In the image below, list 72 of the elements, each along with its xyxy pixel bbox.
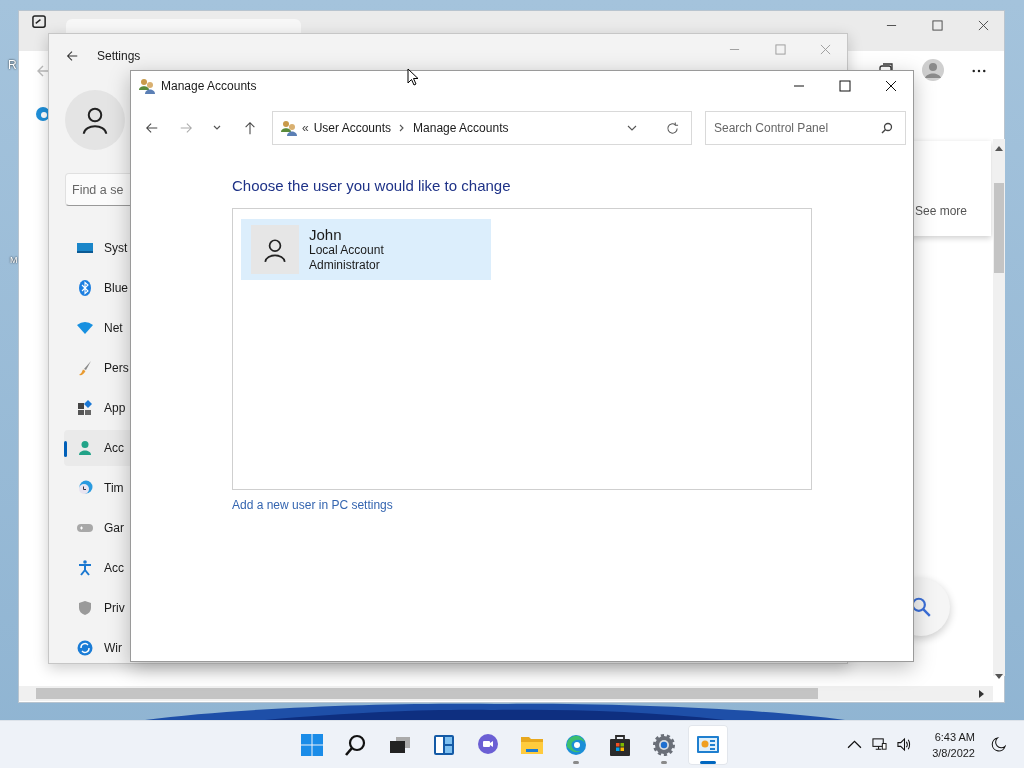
volume-icon[interactable]: [897, 737, 913, 752]
user-avatar: [251, 225, 299, 274]
nav-item[interactable]: App: [64, 390, 130, 426]
accessibility-icon: [77, 560, 93, 576]
overflow-indicator[interactable]: «: [302, 121, 309, 135]
windows-logo-icon: [300, 732, 324, 757]
breadcrumb-item[interactable]: User Accounts: [313, 121, 392, 135]
back-arrow-icon[interactable]: [65, 49, 79, 63]
chevron-down-icon[interactable]: [213, 125, 221, 131]
see-more-link[interactable]: See more: [915, 204, 968, 218]
search-icon: [881, 122, 893, 134]
breadcrumb-item[interactable]: Manage Accounts: [413, 121, 509, 135]
close-icon[interactable]: [885, 80, 897, 92]
chevron-down-icon[interactable]: [627, 125, 637, 131]
nav-item[interactable]: Acc: [64, 430, 130, 466]
search-icon: [344, 732, 368, 757]
widgets-icon: [432, 732, 456, 757]
time-icon: [77, 480, 93, 496]
account-role: Administrator: [309, 258, 381, 273]
nav-item[interactable]: Priv: [64, 590, 130, 626]
nav-item[interactable]: Wir: [64, 630, 130, 666]
update-icon: [77, 640, 93, 656]
gear-icon: [652, 732, 676, 757]
maximize-icon[interactable]: [839, 80, 851, 92]
scroll-right-icon[interactable]: [979, 690, 985, 698]
profile-avatar-icon[interactable]: [922, 59, 944, 81]
nav-item[interactable]: Blue: [64, 270, 130, 306]
nav-item[interactable]: Net: [64, 310, 130, 346]
address-bar[interactable]: « User Accounts Manage Accounts: [272, 111, 692, 145]
bluetooth-icon: [77, 280, 93, 296]
window-title: Manage Accounts: [161, 79, 257, 93]
apps-icon: [77, 400, 93, 416]
up-arrow-icon[interactable]: [243, 121, 257, 135]
system-icon: [77, 240, 93, 256]
chevron-right-icon[interactable]: [399, 124, 406, 132]
account-tile[interactable]: John Local Account Administrator: [241, 219, 491, 280]
network-icon[interactable]: [872, 737, 888, 752]
back-arrow-icon[interactable]: [145, 121, 159, 135]
more-options-icon[interactable]: [972, 69, 986, 73]
window-title: Settings: [97, 49, 141, 63]
chat-icon: [476, 732, 500, 757]
nav-item[interactable]: Tim: [64, 470, 130, 506]
tab-actions-icon[interactable]: [32, 14, 47, 29]
search-field[interactable]: Find a se: [65, 173, 131, 206]
search-field[interactable]: Search Control Panel: [705, 111, 906, 145]
desktop-icon-label: R: [8, 58, 17, 72]
network-icon: [77, 320, 93, 336]
nav-item[interactable]: Acc: [64, 550, 130, 586]
moon-icon[interactable]: [991, 737, 1006, 752]
controlpanel-taskbar-button[interactable]: [688, 724, 728, 765]
horizontal-scrollbar[interactable]: [19, 686, 993, 701]
users-icon: [139, 78, 155, 94]
privacy-icon: [77, 600, 93, 616]
accounts-icon: [77, 440, 93, 456]
nav-item[interactable]: Gar: [64, 510, 130, 546]
account-type: Local Account: [309, 243, 384, 258]
personalization-icon: [77, 360, 93, 376]
nav-item[interactable]: Syst: [64, 230, 130, 266]
vertical-scrollbar[interactable]: [993, 139, 1005, 676]
close-icon[interactable]: [978, 20, 989, 31]
add-user-link[interactable]: Add a new user in PC settings: [232, 498, 393, 512]
account-name: John: [309, 226, 343, 243]
browser-logo-icon: [564, 732, 588, 757]
scroll-down-icon[interactable]: [995, 674, 1003, 680]
scroll-up-icon[interactable]: [995, 145, 1003, 151]
users-icon: [281, 120, 297, 136]
clock[interactable]: 6:43 AM 3/8/2022: [932, 728, 975, 761]
refresh-icon[interactable]: [666, 121, 679, 135]
page-heading: Choose the user you would like to change: [232, 177, 511, 194]
nav-item[interactable]: Pers: [64, 350, 130, 386]
shopping-bag-icon: [608, 732, 632, 757]
desktop-icon-label: M: [10, 255, 18, 265]
